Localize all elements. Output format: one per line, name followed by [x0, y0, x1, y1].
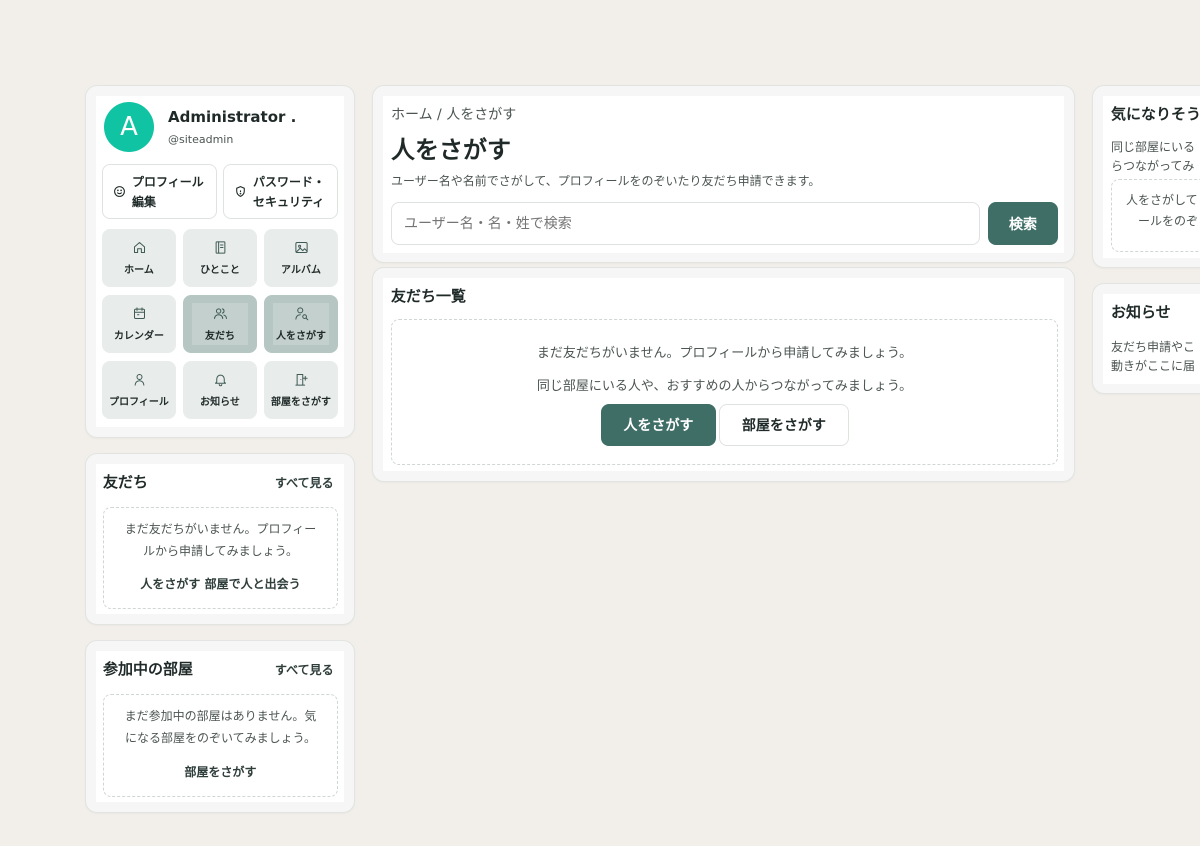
friends-list-empty-line-2: 同じ部屋にいる人や、おすすめの人からつながってみましょう。: [536, 379, 913, 394]
suggestions-card: 気になりそう 同じ部屋にいる らつながってみ 人をさがして ールをのぞ: [1092, 85, 1200, 268]
nav-tile-home[interactable]: ホーム: [102, 229, 176, 287]
search-card: ホーム / 人をさがす 人をさがす ユーザー名や名前でさがして、プロフィールをの…: [372, 85, 1075, 263]
nav-label-calendar: カレンダー: [114, 331, 164, 342]
image-icon: [294, 242, 308, 253]
avatar[interactable]: A: [104, 102, 154, 152]
nav-label-friends: 友だち: [205, 331, 235, 342]
rooms-empty-line-1: まだ参加中の部屋はありません。気: [124, 709, 317, 723]
shield-icon: [236, 186, 245, 197]
rooms-empty-box: まだ参加中の部屋はありません。気 になる部屋をのぞいてみましょう。 部屋をさがす: [103, 694, 338, 797]
profile-edit-label-1: プロフィール: [132, 174, 204, 189]
avatar-letter: A: [120, 112, 138, 142]
user-search-icon: [294, 307, 308, 321]
rooms-empty-line-2: になる部屋をのぞいてみましょう。: [125, 731, 316, 745]
suggestions-empty-box: 人をさがして ールをのぞ: [1111, 179, 1200, 252]
profile-edit-label-2: 編集: [132, 194, 157, 209]
nav-label-home: ホーム: [124, 265, 154, 276]
home-icon: [133, 242, 145, 253]
notices-line-1: 友だち申請やこ: [1111, 340, 1196, 354]
nav-tile-calendar[interactable]: カレンダー: [102, 295, 176, 353]
security-label-2: セキュリティ: [253, 194, 325, 209]
profile-edit-button[interactable]: プロフィール 編集: [102, 164, 217, 219]
nav-tile-album[interactable]: アルバム: [264, 229, 338, 287]
suggestions-title: 気になりそう: [1111, 105, 1200, 123]
friends-widget: 友だち すべて見る まだ友だちがいません。プロフィー ルから申請してみましょう。…: [85, 453, 355, 625]
breadcrumb-separator: /: [437, 107, 442, 123]
profile-handle: @siteadmin: [168, 133, 234, 146]
notices-title: お知らせ: [1111, 303, 1171, 321]
breadcrumb-home[interactable]: ホーム: [391, 107, 433, 123]
search-button[interactable]: 検索: [988, 202, 1058, 245]
friends-list-empty-box: まだ友だちがいません。プロフィールから申請してみましょう。 同じ部屋にいる人や、…: [391, 319, 1058, 465]
friends-list-empty-line-1: まだ友だちがいません。プロフィールから申請してみましょう。: [536, 346, 913, 361]
rooms-widget: 参加中の部屋 すべて見る まだ参加中の部屋はありません。気 になる部屋をのぞいて…: [85, 640, 355, 813]
suggestions-box-line-1: 人をさがして: [1126, 193, 1198, 207]
suggestions-line-2: らつながってみ: [1111, 159, 1195, 173]
notices-line-2: 動きがここに届: [1111, 359, 1196, 373]
suggestions-line-1: 同じ部屋にいる: [1111, 140, 1196, 154]
breadcrumb: ホーム / 人をさがす: [391, 104, 516, 124]
profile-name: Administrator .: [168, 108, 297, 126]
user-icon: [134, 374, 144, 386]
nav-tile-notifications[interactable]: お知らせ: [183, 361, 257, 419]
nav-label-hitokoto: ひとこと: [200, 265, 240, 276]
nav-label-notifications: お知らせ: [200, 397, 240, 408]
password-security-button[interactable]: パスワード・ セキュリティ: [223, 164, 338, 219]
notices-card: お知らせ 友だち申請やこ 動きがここに届: [1092, 283, 1200, 394]
nav-tile-profile[interactable]: プロフィール: [102, 361, 176, 419]
security-label-1: パスワード・: [253, 174, 326, 189]
friends-meet-in-rooms-link[interactable]: 部屋で人と出会う: [205, 577, 301, 591]
nav-label-find-rooms: 部屋をさがす: [271, 397, 331, 408]
nav-tile-find-people[interactable]: 人をさがす: [264, 295, 338, 353]
calendar-icon: [133, 307, 145, 319]
friends-see-all-link[interactable]: すべて見る: [275, 474, 334, 491]
friends-empty-line-2: ルから申請してみましょう。: [143, 544, 298, 558]
bell-icon: [214, 374, 226, 387]
find-rooms-button[interactable]: 部屋をさがす: [719, 404, 849, 446]
rooms-find-link[interactable]: 部屋をさがす: [104, 763, 337, 780]
page-title: 人をさがす: [391, 136, 511, 164]
users-icon: [213, 308, 227, 319]
nav-label-album: アルバム: [281, 265, 321, 276]
nav-label-find-people: 人をさがす: [276, 331, 326, 342]
friends-list-title: 友だち一覧: [391, 287, 467, 305]
page-description: ユーザー名や名前でさがして、プロフィールをのぞいたり友だち申請できます。: [391, 174, 821, 188]
notebook-icon: [215, 241, 225, 254]
find-people-button[interactable]: 人をさがす: [601, 404, 716, 446]
rooms-see-all-link[interactable]: すべて見る: [275, 661, 334, 678]
suggestions-box-line-2: ールをのぞ: [1138, 214, 1199, 228]
search-input[interactable]: [391, 202, 980, 245]
nav-tile-hitokoto[interactable]: ひとこと: [183, 229, 257, 287]
nav-tile-find-rooms[interactable]: 部屋をさがす: [264, 361, 338, 419]
friends-widget-title: 友だち: [103, 473, 149, 491]
friends-list-card: 友だち一覧 まだ友だちがいません。プロフィールから申請してみましょう。 同じ部屋…: [372, 267, 1075, 482]
nav-label-profile: プロフィール: [109, 397, 169, 408]
breadcrumb-current: 人をさがす: [446, 107, 517, 123]
rooms-widget-title: 参加中の部屋: [103, 660, 194, 678]
door-icon: [294, 374, 308, 386]
profile-card: A Administrator . @siteadmin プロフィール 編集 パ…: [85, 85, 355, 438]
smile-icon: [114, 186, 125, 197]
nav-tile-friends[interactable]: 友だち: [183, 295, 257, 353]
friends-find-people-link[interactable]: 人をさがす: [140, 577, 200, 591]
friends-empty-box: まだ友だちがいません。プロフィー ルから申請してみましょう。 人をさがす 部屋で…: [103, 507, 338, 609]
friends-empty-line-1: まだ友だちがいません。プロフィー: [124, 522, 317, 536]
